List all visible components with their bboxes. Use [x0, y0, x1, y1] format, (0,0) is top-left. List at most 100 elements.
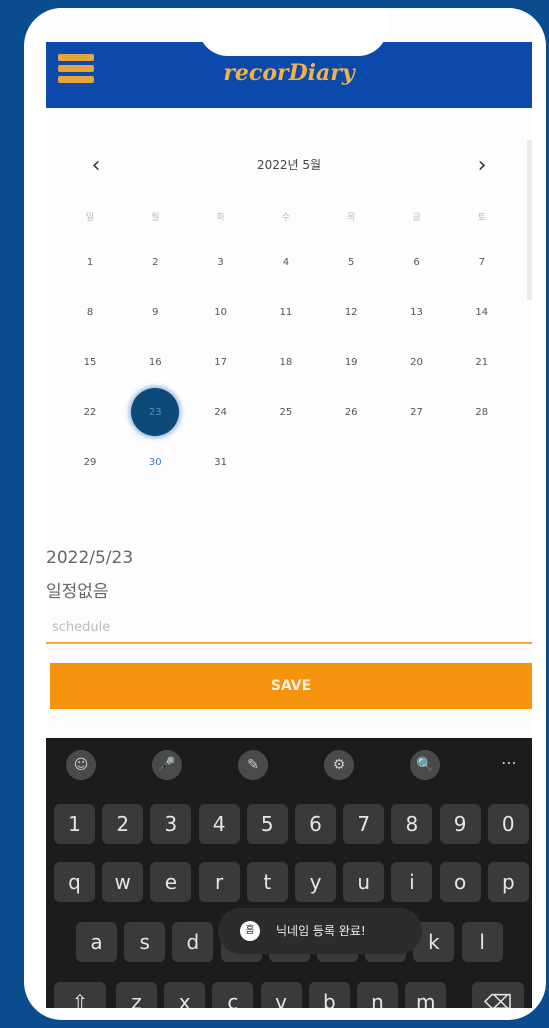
day-number: 26 [344, 407, 358, 418]
key-5[interactable]: 5 [246, 804, 288, 844]
key-1[interactable]: 1 [54, 804, 95, 844]
calendar-day[interactable]: 10 [197, 294, 245, 344]
app-title: recorDiary [223, 60, 355, 86]
calendar-day[interactable]: 14 [458, 294, 506, 344]
calendar-day[interactable]: 9 [131, 294, 179, 344]
calendar-day[interactable]: 25 [262, 394, 310, 444]
day-number: 19 [344, 357, 358, 368]
calendar-grid: 일 월 화 수 목 금 토 1 2 3 4 5 6 7 8 9 10 11 12 13 14 15 16 17 18 19 20 21… [78, 204, 532, 494]
calendar-day[interactable]: 3 [197, 244, 245, 294]
key-z[interactable]: z [116, 982, 157, 1008]
key-6[interactable]: 6 [295, 804, 336, 844]
key-p[interactable]: p [487, 862, 529, 902]
key-4[interactable]: 4 [198, 804, 240, 844]
calendar-day[interactable]: 22 [66, 394, 114, 444]
day-number: 25 [279, 407, 293, 418]
key-8[interactable]: 8 [391, 804, 433, 844]
calendar-day[interactable]: 28 [458, 394, 506, 444]
day-number: 18 [279, 357, 293, 368]
key-c[interactable]: c [212, 982, 254, 1008]
key-r[interactable]: r [198, 862, 240, 902]
day-number: 13 [410, 307, 423, 318]
more-icon[interactable]: ⋯ [494, 750, 524, 780]
day-number: 8 [86, 307, 94, 318]
day-number: 5 [348, 257, 355, 268]
search-icon[interactable]: 🔍 [410, 750, 440, 780]
calendar-day[interactable]: 18 [262, 344, 310, 394]
calendar-day[interactable]: 21 [458, 344, 506, 394]
calendar-day[interactable]: 4 [262, 244, 310, 294]
key-s[interactable]: s [124, 922, 166, 962]
day-number: 2 [152, 257, 159, 268]
calendar-day[interactable]: 11 [262, 294, 310, 344]
key-q[interactable]: q [54, 862, 95, 902]
key-b[interactable]: b [308, 982, 350, 1008]
emoji-icon[interactable]: ☺ [66, 750, 96, 780]
key-u[interactable]: u [343, 862, 385, 902]
calendar-day[interactable]: 16 [131, 344, 179, 394]
calendar-week-row: 1 2 3 4 5 6 7 [78, 244, 532, 294]
key-v[interactable]: v [260, 982, 302, 1008]
key-i[interactable]: i [391, 862, 433, 902]
key-0[interactable]: 0 [487, 804, 529, 844]
key-n[interactable]: n [357, 982, 398, 1008]
chevron-right-icon[interactable]: › [464, 148, 500, 184]
calendar-day[interactable]: 13 [393, 294, 441, 344]
calendar-day[interactable]: 15 [66, 344, 114, 394]
calendar-day[interactable]: 29 [66, 444, 114, 494]
microphone-icon[interactable]: 🎤 [152, 750, 182, 780]
calendar-day[interactable]: 17 [197, 344, 245, 394]
key-l[interactable]: l [461, 922, 503, 962]
weekday-row: 일월화수목금토 [78, 204, 532, 244]
schedule-status: 일정없음 [46, 582, 109, 602]
backspace-key[interactable]: ⌫ [472, 982, 524, 1008]
schedule-input[interactable] [46, 612, 532, 644]
calendar-day[interactable]: 19 [327, 344, 375, 394]
key-9[interactable]: 9 [439, 804, 481, 844]
key-t[interactable]: t [246, 862, 288, 902]
key-y[interactable]: y [295, 862, 336, 902]
key-w[interactable]: w [102, 862, 144, 902]
calendar-day[interactable]: 12 [327, 294, 375, 344]
calendar-day[interactable]: 27 [393, 394, 441, 444]
key-d[interactable]: d [172, 922, 214, 962]
day-number: 12 [344, 307, 358, 318]
shift-key[interactable]: ⇧ [54, 982, 106, 1008]
key-x[interactable]: x [164, 982, 206, 1008]
day-number: 21 [475, 357, 489, 368]
toast-message: 홈 닉네임 등록 완료! [218, 908, 422, 954]
calendar-day[interactable]: 24 [197, 394, 245, 444]
calendar-header: ‹ 2022년 5월 › [46, 148, 532, 184]
calendar-day[interactable]: 20 [393, 344, 441, 394]
day-number: 6 [413, 257, 420, 268]
app-screen: recorDiary ‹ 2022년 5월 › 일월화수목금토123456789… [46, 8, 532, 1008]
calendar-day[interactable]: 30 [131, 444, 179, 494]
key-o[interactable]: o [439, 862, 481, 902]
key-7[interactable]: 7 [343, 804, 385, 844]
key-m[interactable]: m [405, 982, 447, 1008]
day-number: 7 [478, 257, 485, 268]
key-a[interactable]: a [76, 922, 117, 962]
calendar-week-row: 29 30 31 [78, 444, 532, 494]
calendar-day[interactable]: 31 [197, 444, 245, 494]
selected-date: 2022/5/23 [46, 548, 134, 568]
key-2[interactable]: 2 [102, 804, 144, 844]
calendar-day[interactable]: 5 [327, 244, 375, 294]
key-3[interactable]: 3 [150, 804, 192, 844]
calendar-day[interactable]: 26 [327, 394, 375, 444]
phone-notch [198, 8, 388, 56]
day-number: 1 [86, 257, 94, 268]
calendar-day[interactable]: 6 [393, 244, 441, 294]
settings-icon[interactable]: ⚙ [324, 750, 354, 780]
calendar-day[interactable]: 8 [66, 294, 114, 344]
calendar-day[interactable]: 2 [131, 244, 179, 294]
calendar-day[interactable]: 7 [458, 244, 506, 294]
save-button[interactable]: SAVE [50, 663, 532, 709]
key-e[interactable]: e [150, 862, 192, 902]
handwriting-icon[interactable]: ✎ [238, 750, 268, 780]
calendar-day[interactable]: 1 [66, 244, 114, 294]
on-screen-keyboard: ☺🎤✎⚙🔍⋯ 1234567890qwertyuiopasdfghjkl⇧zxc… [46, 738, 532, 1008]
month-label: 2022년 5월 [256, 158, 322, 172]
calendar-day[interactable]: 23 [131, 388, 180, 444]
day-number: 17 [214, 357, 227, 368]
